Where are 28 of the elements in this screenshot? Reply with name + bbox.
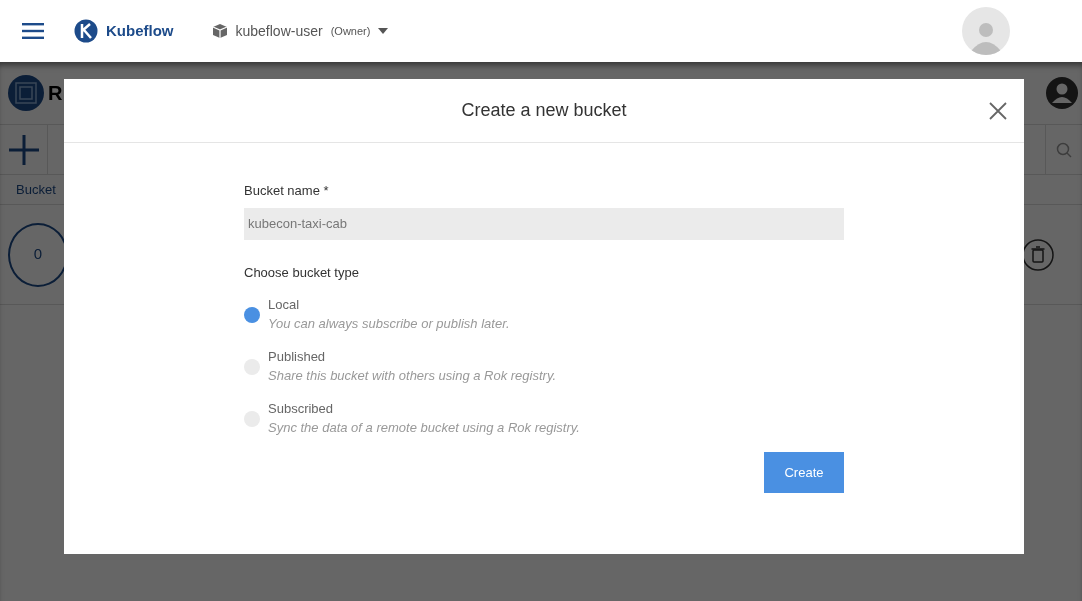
menu-icon[interactable]	[22, 23, 44, 39]
dialog-title: Create a new bucket	[461, 99, 627, 122]
role-label: (Owner)	[330, 23, 371, 39]
option-description: Sync the data of a remote bucket using a Rok registry.	[268, 419, 580, 437]
cube-icon	[211, 23, 228, 39]
avatar[interactable]	[962, 7, 1010, 55]
create-button[interactable]: Create	[764, 452, 844, 493]
option-description: You can always subscribe or publish later.	[268, 315, 510, 333]
option-description: Share this bucket with others using a Rok registry.	[268, 367, 557, 385]
bucket-name-field[interactable]: kubecon-taxi-cab	[244, 207, 844, 240]
logo-icon	[74, 19, 98, 43]
brand-name: Kubeflow	[106, 20, 174, 41]
namespace-name[interactable]: kubeflow-user	[235, 20, 323, 42]
option-label: Subscribed	[268, 400, 335, 418]
option-label: Local	[268, 296, 301, 314]
option-label: Published	[268, 348, 327, 366]
field-label: Bucket name *	[244, 182, 330, 200]
account-icon[interactable]	[1046, 77, 1078, 109]
search-icon[interactable]	[1056, 141, 1072, 158]
delete-icon[interactable]	[1022, 238, 1054, 271]
caret-icon[interactable]	[378, 28, 389, 34]
radio-button[interactable]	[244, 307, 260, 323]
close-button[interactable]	[988, 101, 1008, 121]
app-title: R	[48, 83, 63, 103]
field-label: Choose bucket type	[244, 263, 360, 282]
column-header: Bucket	[16, 180, 56, 199]
plus-icon[interactable]	[8, 134, 39, 165]
logo-icon	[8, 75, 44, 111]
